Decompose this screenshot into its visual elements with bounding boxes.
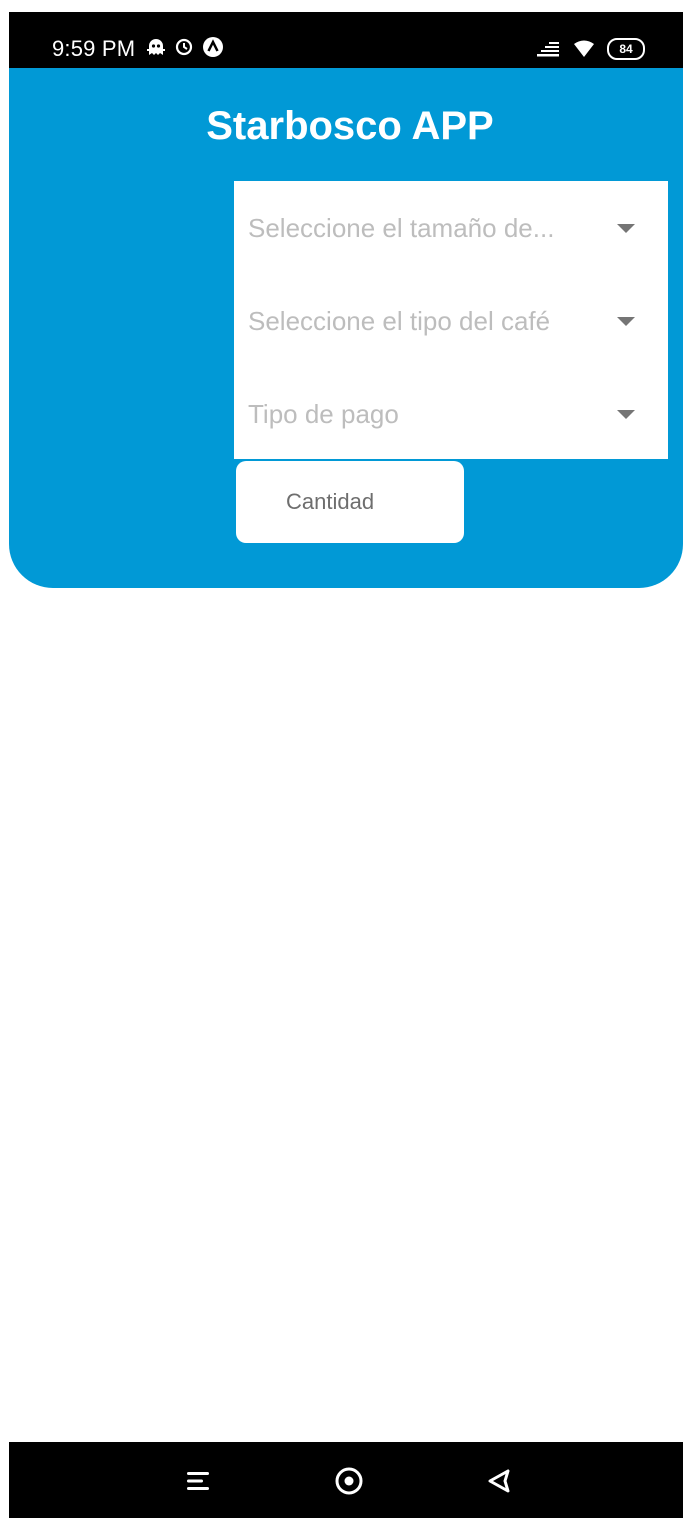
app-screen: 9:59 PM 84 Starbosco APP Seleccione el t… [9,12,683,1518]
dropdown-group: Seleccione el tamaño de... Seleccione el… [234,181,668,459]
menu-icon[interactable] [182,1464,216,1498]
quantity-input[interactable] [236,461,464,543]
coffee-type-dropdown-placeholder: Seleccione el tipo del café [248,305,551,336]
alarm-icon [174,37,194,57]
wifi-icon [573,40,595,58]
caret-down-icon [617,223,635,233]
status-time: 9:59 PM [52,36,136,61]
navigation-bar [9,1442,683,1518]
payment-type-dropdown-placeholder: Tipo de pago [248,398,399,429]
home-icon[interactable] [332,1464,366,1498]
caret-down-icon [617,316,635,326]
app-title: Starbosco APP [206,104,494,148]
header-panel: Starbosco APP Seleccione el tamaño de...… [9,68,683,588]
caret-down-icon [617,409,635,419]
ghost-icon [146,37,166,57]
size-dropdown[interactable]: Seleccione el tamaño de... [234,198,668,258]
battery-icon: 84 [607,38,645,60]
back-icon[interactable] [482,1464,516,1498]
arrow-up-circle-icon [202,36,224,58]
status-icons-left [146,36,224,58]
coffee-type-dropdown[interactable]: Seleccione el tipo del café [234,291,668,351]
data-signal-icon [535,40,561,58]
status-icons-right: 84 [535,38,645,60]
size-dropdown-placeholder: Seleccione el tamaño de... [248,212,555,243]
status-bar: 9:59 PM 84 [9,12,683,68]
payment-type-dropdown[interactable]: Tipo de pago [234,384,668,444]
